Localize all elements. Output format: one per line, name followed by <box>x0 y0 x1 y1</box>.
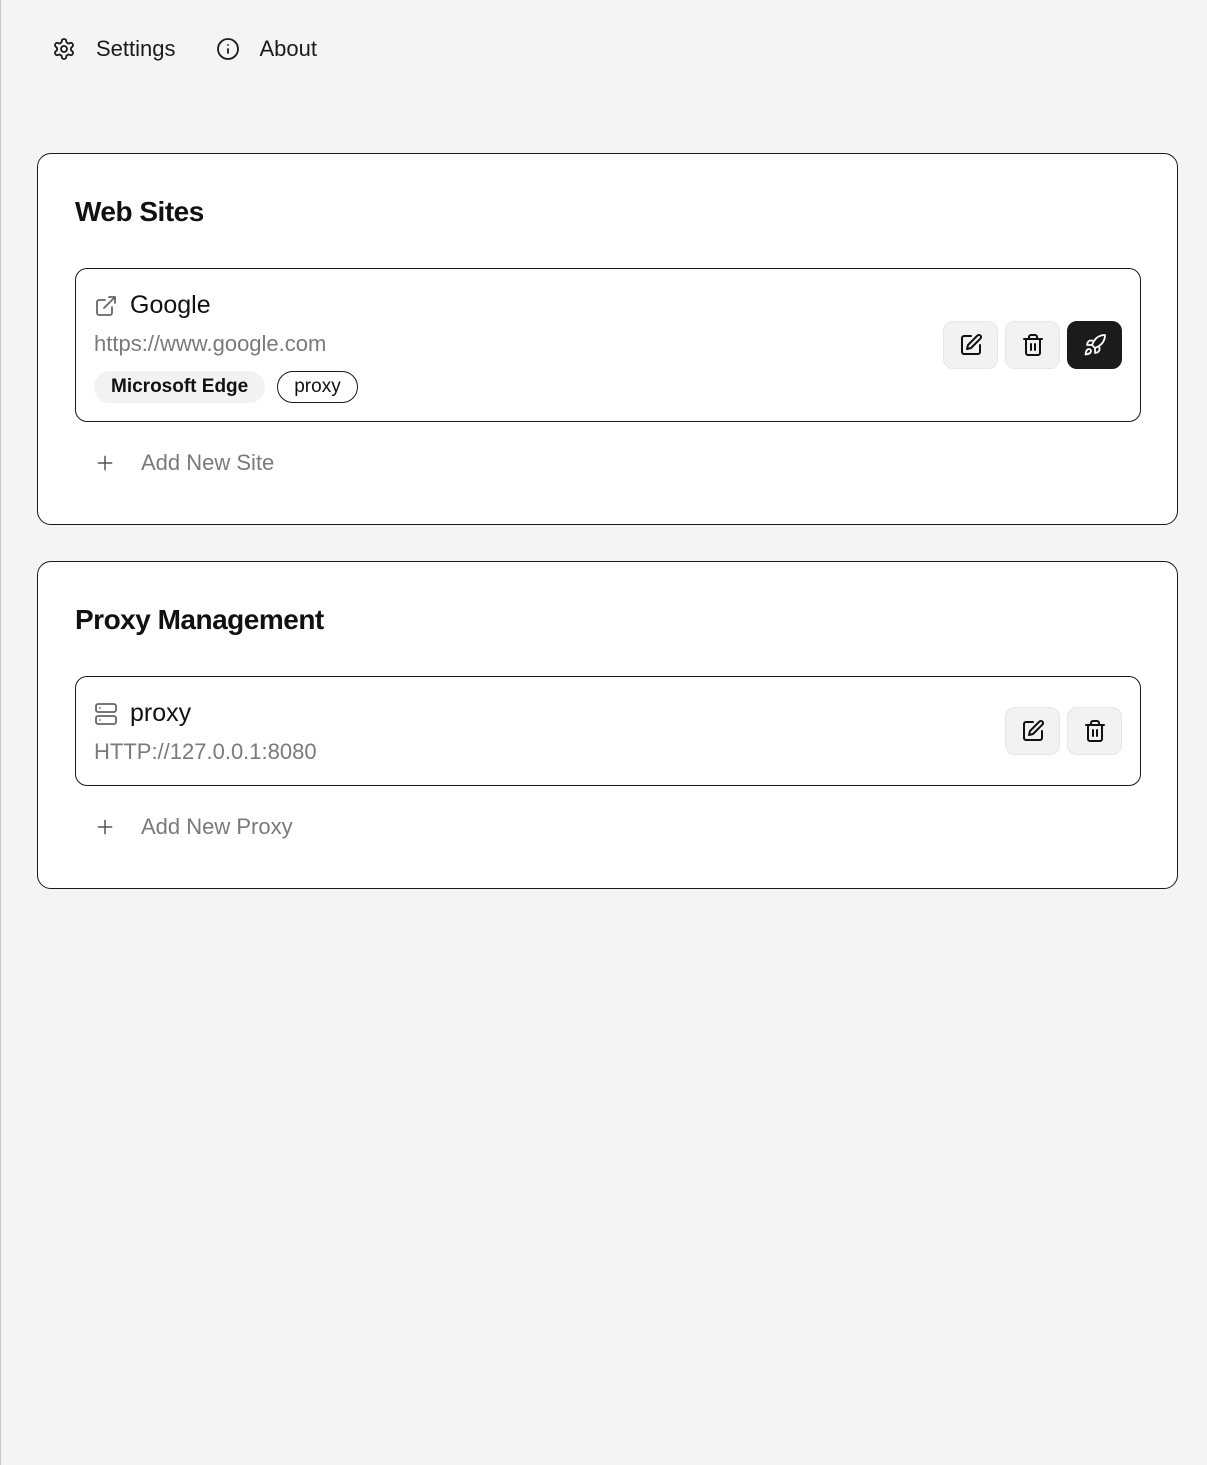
settings-nav-item[interactable]: Settings <box>52 36 176 62</box>
delete-proxy-button[interactable] <box>1067 707 1122 755</box>
delete-site-button[interactable] <box>1005 321 1060 369</box>
settings-label: Settings <box>96 36 176 61</box>
plus-icon <box>97 455 113 471</box>
browser-tag: Microsoft Edge <box>94 371 266 403</box>
add-proxy-button[interactable]: Add New Proxy <box>95 814 293 840</box>
server-icon <box>95 702 117 725</box>
add-site-label: Add New Site <box>141 450 275 475</box>
trash-icon <box>1022 334 1043 356</box>
proxy-actions <box>1005 707 1122 755</box>
proxy-tag: proxy <box>277 371 358 403</box>
site-name: Google <box>130 291 211 319</box>
proxy-item-header: proxy <box>94 699 191 728</box>
site-tags: Microsoft Edge proxy <box>94 371 358 403</box>
proxy-name: proxy <box>130 699 192 727</box>
top-nav: Settings About <box>52 36 317 62</box>
site-item-header: Google <box>94 291 211 320</box>
external-link-icon[interactable] <box>94 294 118 318</box>
site-url: https://www.google.com <box>94 331 327 356</box>
websites-card: Web Sites Google https://www.google.com … <box>37 153 1178 525</box>
add-site-button[interactable]: Add New Site <box>95 450 274 476</box>
edit-site-button[interactable] <box>943 321 998 369</box>
websites-title: Web Sites <box>75 196 204 227</box>
proxy-management-card: Proxy Management proxy HTTP://127.0.0.1:… <box>37 561 1178 889</box>
proxy-address: HTTP://127.0.0.1:8080 <box>94 739 317 764</box>
plus-icon <box>97 819 113 835</box>
launch-site-button[interactable] <box>1067 321 1122 369</box>
rocket-icon <box>1084 334 1106 356</box>
edit-proxy-button[interactable] <box>1005 707 1060 755</box>
edit-icon <box>960 334 982 355</box>
site-actions <box>943 321 1122 369</box>
proxy-management-title: Proxy Management <box>75 604 324 635</box>
gear-icon <box>54 38 74 60</box>
site-item: Google https://www.google.com Microsoft … <box>75 268 1141 422</box>
add-proxy-label: Add New Proxy <box>141 814 293 839</box>
info-icon <box>216 38 239 60</box>
trash-icon <box>1084 720 1105 742</box>
about-nav-item[interactable]: About <box>216 36 318 62</box>
proxy-item: proxy HTTP://127.0.0.1:8080 <box>75 676 1141 786</box>
about-label: About <box>259 36 318 61</box>
edit-icon <box>1022 720 1044 741</box>
